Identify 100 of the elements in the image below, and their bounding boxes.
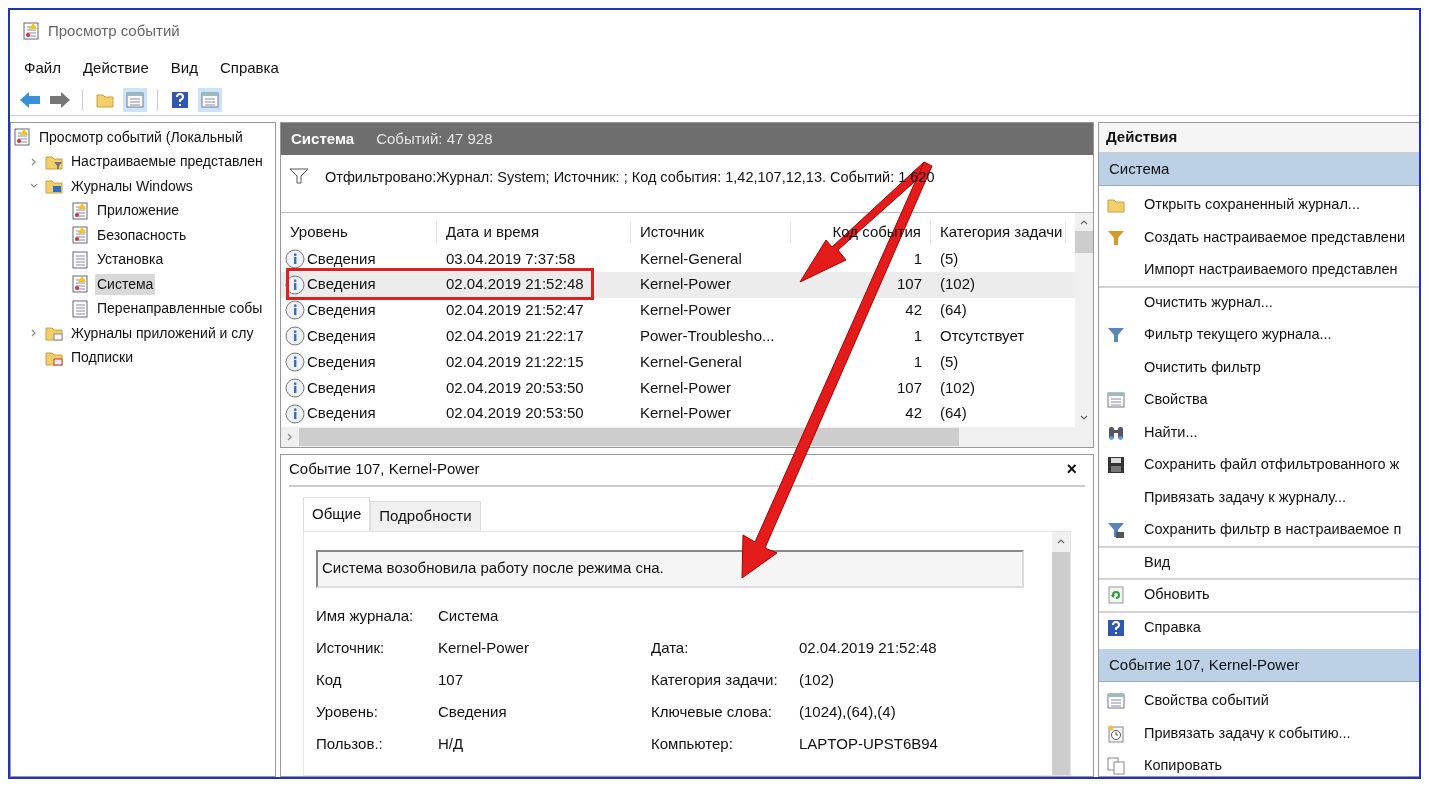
- tree-item[interactable]: Просмотр событий (Локальный: [37, 126, 245, 148]
- action-item[interactable]: Очистить фильтр: [1144, 356, 1261, 379]
- column-header[interactable]: Источник: [631, 221, 791, 244]
- action-item[interactable]: Очистить журнал...: [1144, 291, 1273, 314]
- tree-item[interactable]: Журналы приложений и слу: [69, 322, 256, 344]
- horizontal-scrollbar[interactable]: [281, 426, 1093, 447]
- action-item[interactable]: Копировать: [1144, 755, 1223, 776]
- table-cell-text: (102): [939, 377, 977, 398]
- section-header[interactable]: Событие 107, Kernel-Power: [1099, 649, 1419, 682]
- tree-item[interactable]: Приложение: [95, 200, 182, 222]
- action-item[interactable]: Вид: [1144, 551, 1171, 574]
- field-value: 107: [438, 670, 464, 691]
- log-icon: [71, 299, 89, 318]
- table-cell-text: 42: [904, 403, 923, 424]
- action-item[interactable]: Справка: [1144, 616, 1201, 639]
- tab[interactable]: Общие: [303, 496, 371, 531]
- action-pane-button[interactable]: [198, 87, 222, 112]
- table-cell-text: 107: [895, 377, 923, 398]
- tab[interactable]: Подробности: [370, 500, 481, 531]
- menu-item[interactable]: Справка: [220, 56, 279, 80]
- table-cell-text: 02.04.2019 20:53:50: [445, 377, 585, 398]
- tree-item[interactable]: Безопасность: [95, 224, 189, 246]
- log-title: Система: [291, 128, 355, 149]
- action-item[interactable]: Импорт настраиваемого представлен: [1144, 259, 1398, 282]
- field-label: Ключевые слова:: [651, 702, 773, 723]
- info-icon: [285, 403, 305, 424]
- field-label: Дата:: [651, 638, 690, 659]
- tree-item[interactable]: Перенаправленные собы: [95, 298, 265, 320]
- close-button[interactable]: ×: [1058, 456, 1085, 484]
- scroll-thumb[interactable]: [1075, 231, 1093, 253]
- menu-item[interactable]: Вид: [170, 56, 198, 80]
- back-arrow-icon[interactable]: [18, 89, 42, 110]
- tree-item[interactable]: Журналы Windows: [69, 175, 195, 197]
- tree-item[interactable]: Настраиваемые представлен: [69, 151, 265, 173]
- log-warning-icon: [71, 275, 89, 294]
- field-label: Пользов.:: [316, 734, 384, 755]
- help-icon: [171, 90, 189, 109]
- event-count: Событий: 47 928: [376, 128, 493, 149]
- action-item[interactable]: Найти...: [1144, 421, 1198, 444]
- event-row[interactable]: Сведения 02.04.2019 21:22:17 Power-Troublesho... 1 Отсутствует: [281, 323, 1075, 350]
- table-cell-text: 02.04.2019 20:53:50: [445, 403, 585, 424]
- menu-item[interactable]: Файл: [24, 56, 61, 80]
- help-icon: [1107, 618, 1125, 637]
- tree-item[interactable]: Система: [95, 273, 156, 295]
- tree-item[interactable]: Подписки: [69, 347, 136, 369]
- info-icon: [285, 326, 305, 347]
- table-cell-text: Kernel-Power: [639, 274, 732, 295]
- table-cell-text: (64): [939, 403, 968, 424]
- action-item[interactable]: Сохранить фильтр в настраиваемое п: [1144, 519, 1402, 542]
- event-row[interactable]: Сведения 03.04.2019 7:37:58 Kernel-General 1 (5): [281, 246, 1075, 272]
- action-item[interactable]: Свойства событий: [1144, 690, 1269, 713]
- table-cell-text: Kernel-General: [639, 248, 743, 269]
- message-box: Система возобновила работу после режима сна.: [316, 549, 1024, 588]
- properties-icon: [1107, 692, 1125, 711]
- action-item[interactable]: Свойства: [1144, 389, 1208, 412]
- info-icon: [285, 248, 305, 269]
- column-header[interactable]: Уровень: [281, 221, 437, 244]
- column-header[interactable]: Категория задачи: [931, 221, 1066, 244]
- table-cell-text: Kernel-Power: [639, 403, 732, 424]
- table-cell-text: (5): [939, 351, 960, 372]
- forward-arrow-icon[interactable]: [48, 89, 72, 110]
- detail-title: Событие 107, Kernel-Power: [289, 459, 480, 480]
- column-header[interactable]: Дата и время: [437, 221, 631, 244]
- table-cell-text: 02.04.2019 21:52:48: [445, 274, 585, 295]
- action-item[interactable]: Привязать задачу к журналу...: [1144, 486, 1347, 509]
- folder-icon: [45, 324, 63, 343]
- action-item[interactable]: Открыть сохраненный журнал...: [1144, 194, 1360, 217]
- action-item[interactable]: Обновить: [1144, 584, 1210, 607]
- action-item[interactable]: Сохранить файл отфильтрованного ж: [1144, 454, 1400, 477]
- event-row[interactable]: Сведения 02.04.2019 20:53:50 Kernel-Power 42 (64): [281, 400, 1075, 427]
- event-row[interactable]: Сведения 02.04.2019 20:53:50 Kernel-Power 107 (102): [281, 375, 1075, 401]
- table-cell-text: Сведения: [307, 351, 376, 372]
- vertical-scrollbar[interactable]: [1075, 213, 1093, 427]
- tree-item[interactable]: Установка: [95, 249, 166, 271]
- action-item[interactable]: Создать настраиваемое представлени: [1144, 226, 1406, 249]
- log-warning-icon: [71, 226, 89, 245]
- action-item[interactable]: Фильтр текущего журнала...: [1144, 324, 1332, 347]
- field-label: Имя журнала:: [316, 606, 415, 627]
- table-cell-text: 107: [895, 274, 923, 295]
- properties-icon: [201, 90, 219, 109]
- event-row[interactable]: Сведения 02.04.2019 21:52:48 Kernel-Power 107 (102): [281, 271, 1075, 298]
- info-icon: [285, 300, 305, 321]
- menu-item[interactable]: Действие: [82, 56, 149, 80]
- section-header[interactable]: Система: [1099, 153, 1419, 186]
- table-cell-text: Kernel-Power: [639, 300, 732, 321]
- table-cell-text: Сведения: [307, 248, 376, 269]
- scroll-thumb[interactable]: [299, 427, 959, 446]
- event-row[interactable]: Сведения 02.04.2019 21:52:47 Kernel-Power 42 (64): [281, 297, 1075, 324]
- action-item[interactable]: Привязать задачу к событию...: [1144, 722, 1351, 745]
- pane-toggle-button[interactable]: [123, 87, 147, 112]
- event-row[interactable]: Сведения 02.04.2019 21:22:15 Kernel-General 1 (5): [281, 349, 1075, 375]
- table-cell-text: 1: [912, 248, 923, 269]
- table-cell-text: Power-Troublesho...: [639, 326, 776, 347]
- field-value: Сведения: [438, 702, 507, 723]
- folder-icon: [45, 177, 63, 196]
- table-cell-text: Сведения: [307, 377, 376, 398]
- table-cell-text: Сведения: [307, 274, 376, 295]
- save-icon: [1107, 456, 1125, 475]
- log-warning-icon: [71, 201, 89, 220]
- table-cell-text: Сведения: [307, 300, 376, 321]
